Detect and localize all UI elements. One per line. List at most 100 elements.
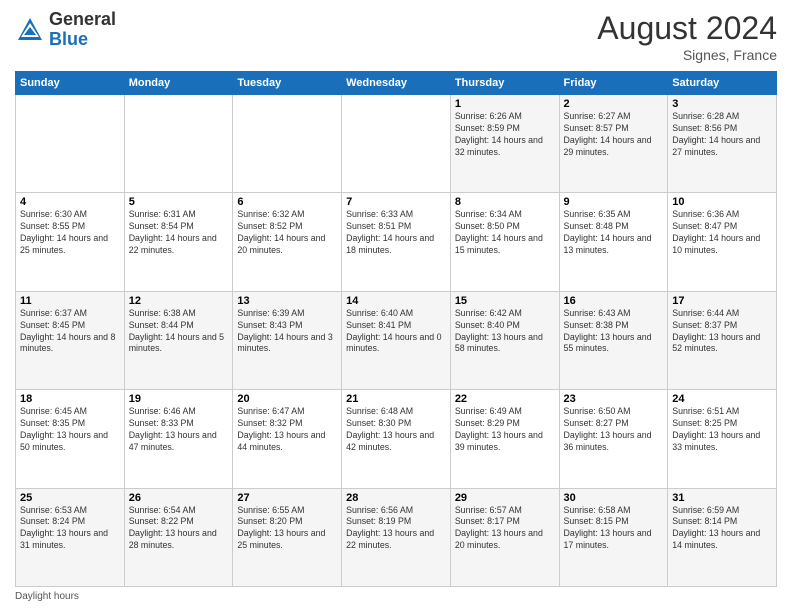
- calendar-cell: 18Sunrise: 6:45 AMSunset: 8:35 PMDayligh…: [16, 390, 125, 488]
- day-number: 30: [564, 492, 664, 504]
- calendar-cell: 24Sunrise: 6:51 AMSunset: 8:25 PMDayligh…: [668, 390, 777, 488]
- day-info: Sunrise: 6:39 AMSunset: 8:43 PMDaylight:…: [237, 308, 337, 356]
- calendar-cell: [342, 95, 451, 193]
- day-info: Sunrise: 6:56 AMSunset: 8:19 PMDaylight:…: [346, 505, 446, 553]
- day-info: Sunrise: 6:50 AMSunset: 8:27 PMDaylight:…: [564, 406, 664, 454]
- day-info: Sunrise: 6:33 AMSunset: 8:51 PMDaylight:…: [346, 209, 446, 257]
- calendar-cell: 14Sunrise: 6:40 AMSunset: 8:41 PMDayligh…: [342, 291, 451, 389]
- calendar-cell: [124, 95, 233, 193]
- day-info: Sunrise: 6:38 AMSunset: 8:44 PMDaylight:…: [129, 308, 229, 356]
- calendar-header-thursday: Thursday: [450, 72, 559, 95]
- calendar-cell: 3Sunrise: 6:28 AMSunset: 8:56 PMDaylight…: [668, 95, 777, 193]
- day-number: 9: [564, 196, 664, 208]
- calendar-header-monday: Monday: [124, 72, 233, 95]
- logo-text: General Blue: [49, 10, 116, 50]
- day-info: Sunrise: 6:28 AMSunset: 8:56 PMDaylight:…: [672, 111, 772, 159]
- calendar-cell: 31Sunrise: 6:59 AMSunset: 8:14 PMDayligh…: [668, 488, 777, 586]
- calendar-table: SundayMondayTuesdayWednesdayThursdayFrid…: [15, 71, 777, 587]
- calendar-week-2: 4Sunrise: 6:30 AMSunset: 8:55 PMDaylight…: [16, 193, 777, 291]
- calendar-cell: 6Sunrise: 6:32 AMSunset: 8:52 PMDaylight…: [233, 193, 342, 291]
- day-number: 18: [20, 393, 120, 405]
- day-number: 16: [564, 295, 664, 307]
- day-info: Sunrise: 6:57 AMSunset: 8:17 PMDaylight:…: [455, 505, 555, 553]
- day-info: Sunrise: 6:27 AMSunset: 8:57 PMDaylight:…: [564, 111, 664, 159]
- calendar-cell: 2Sunrise: 6:27 AMSunset: 8:57 PMDaylight…: [559, 95, 668, 193]
- calendar-cell: 15Sunrise: 6:42 AMSunset: 8:40 PMDayligh…: [450, 291, 559, 389]
- day-info: Sunrise: 6:26 AMSunset: 8:59 PMDaylight:…: [455, 111, 555, 159]
- day-number: 5: [129, 196, 229, 208]
- calendar-cell: 28Sunrise: 6:56 AMSunset: 8:19 PMDayligh…: [342, 488, 451, 586]
- day-number: 14: [346, 295, 446, 307]
- calendar-week-5: 25Sunrise: 6:53 AMSunset: 8:24 PMDayligh…: [16, 488, 777, 586]
- day-number: 24: [672, 393, 772, 405]
- calendar-cell: 7Sunrise: 6:33 AMSunset: 8:51 PMDaylight…: [342, 193, 451, 291]
- day-info: Sunrise: 6:51 AMSunset: 8:25 PMDaylight:…: [672, 406, 772, 454]
- calendar-cell: 23Sunrise: 6:50 AMSunset: 8:27 PMDayligh…: [559, 390, 668, 488]
- day-number: 13: [237, 295, 337, 307]
- day-info: Sunrise: 6:49 AMSunset: 8:29 PMDaylight:…: [455, 406, 555, 454]
- calendar-cell: 1Sunrise: 6:26 AMSunset: 8:59 PMDaylight…: [450, 95, 559, 193]
- calendar-header-tuesday: Tuesday: [233, 72, 342, 95]
- day-number: 7: [346, 196, 446, 208]
- day-number: 29: [455, 492, 555, 504]
- day-info: Sunrise: 6:35 AMSunset: 8:48 PMDaylight:…: [564, 209, 664, 257]
- day-number: 28: [346, 492, 446, 504]
- day-number: 21: [346, 393, 446, 405]
- month-year: August 2024: [597, 10, 777, 47]
- calendar-cell: 4Sunrise: 6:30 AMSunset: 8:55 PMDaylight…: [16, 193, 125, 291]
- day-number: 25: [20, 492, 120, 504]
- calendar-week-1: 1Sunrise: 6:26 AMSunset: 8:59 PMDaylight…: [16, 95, 777, 193]
- day-info: Sunrise: 6:46 AMSunset: 8:33 PMDaylight:…: [129, 406, 229, 454]
- calendar-cell: [233, 95, 342, 193]
- calendar-cell: [16, 95, 125, 193]
- day-info: Sunrise: 6:42 AMSunset: 8:40 PMDaylight:…: [455, 308, 555, 356]
- day-number: 27: [237, 492, 337, 504]
- day-info: Sunrise: 6:45 AMSunset: 8:35 PMDaylight:…: [20, 406, 120, 454]
- logo-general: General: [49, 9, 116, 29]
- calendar-cell: 12Sunrise: 6:38 AMSunset: 8:44 PMDayligh…: [124, 291, 233, 389]
- calendar-week-4: 18Sunrise: 6:45 AMSunset: 8:35 PMDayligh…: [16, 390, 777, 488]
- day-number: 3: [672, 98, 772, 110]
- day-info: Sunrise: 6:30 AMSunset: 8:55 PMDaylight:…: [20, 209, 120, 257]
- day-info: Sunrise: 6:54 AMSunset: 8:22 PMDaylight:…: [129, 505, 229, 553]
- day-number: 2: [564, 98, 664, 110]
- calendar-cell: 8Sunrise: 6:34 AMSunset: 8:50 PMDaylight…: [450, 193, 559, 291]
- calendar-header-wednesday: Wednesday: [342, 72, 451, 95]
- calendar-cell: 29Sunrise: 6:57 AMSunset: 8:17 PMDayligh…: [450, 488, 559, 586]
- calendar-cell: 13Sunrise: 6:39 AMSunset: 8:43 PMDayligh…: [233, 291, 342, 389]
- calendar-cell: 20Sunrise: 6:47 AMSunset: 8:32 PMDayligh…: [233, 390, 342, 488]
- calendar-week-3: 11Sunrise: 6:37 AMSunset: 8:45 PMDayligh…: [16, 291, 777, 389]
- day-number: 15: [455, 295, 555, 307]
- day-info: Sunrise: 6:34 AMSunset: 8:50 PMDaylight:…: [455, 209, 555, 257]
- day-number: 26: [129, 492, 229, 504]
- calendar-cell: 19Sunrise: 6:46 AMSunset: 8:33 PMDayligh…: [124, 390, 233, 488]
- calendar-cell: 25Sunrise: 6:53 AMSunset: 8:24 PMDayligh…: [16, 488, 125, 586]
- day-number: 1: [455, 98, 555, 110]
- calendar-cell: 9Sunrise: 6:35 AMSunset: 8:48 PMDaylight…: [559, 193, 668, 291]
- day-info: Sunrise: 6:53 AMSunset: 8:24 PMDaylight:…: [20, 505, 120, 553]
- day-info: Sunrise: 6:43 AMSunset: 8:38 PMDaylight:…: [564, 308, 664, 356]
- day-number: 31: [672, 492, 772, 504]
- logo: General Blue: [15, 10, 116, 50]
- calendar-cell: 27Sunrise: 6:55 AMSunset: 8:20 PMDayligh…: [233, 488, 342, 586]
- logo-blue: Blue: [49, 29, 88, 49]
- day-info: Sunrise: 6:58 AMSunset: 8:15 PMDaylight:…: [564, 505, 664, 553]
- day-info: Sunrise: 6:31 AMSunset: 8:54 PMDaylight:…: [129, 209, 229, 257]
- day-number: 19: [129, 393, 229, 405]
- page: General Blue August 2024 Signes, France …: [0, 0, 792, 612]
- day-info: Sunrise: 6:36 AMSunset: 8:47 PMDaylight:…: [672, 209, 772, 257]
- day-number: 10: [672, 196, 772, 208]
- day-number: 17: [672, 295, 772, 307]
- day-info: Sunrise: 6:47 AMSunset: 8:32 PMDaylight:…: [237, 406, 337, 454]
- calendar-header-friday: Friday: [559, 72, 668, 95]
- calendar-cell: 22Sunrise: 6:49 AMSunset: 8:29 PMDayligh…: [450, 390, 559, 488]
- day-number: 8: [455, 196, 555, 208]
- calendar-cell: 16Sunrise: 6:43 AMSunset: 8:38 PMDayligh…: [559, 291, 668, 389]
- day-number: 12: [129, 295, 229, 307]
- calendar-header-saturday: Saturday: [668, 72, 777, 95]
- calendar-cell: 11Sunrise: 6:37 AMSunset: 8:45 PMDayligh…: [16, 291, 125, 389]
- header: General Blue August 2024 Signes, France: [15, 10, 777, 63]
- day-info: Sunrise: 6:40 AMSunset: 8:41 PMDaylight:…: [346, 308, 446, 356]
- location: Signes, France: [597, 47, 777, 63]
- calendar-header-sunday: Sunday: [16, 72, 125, 95]
